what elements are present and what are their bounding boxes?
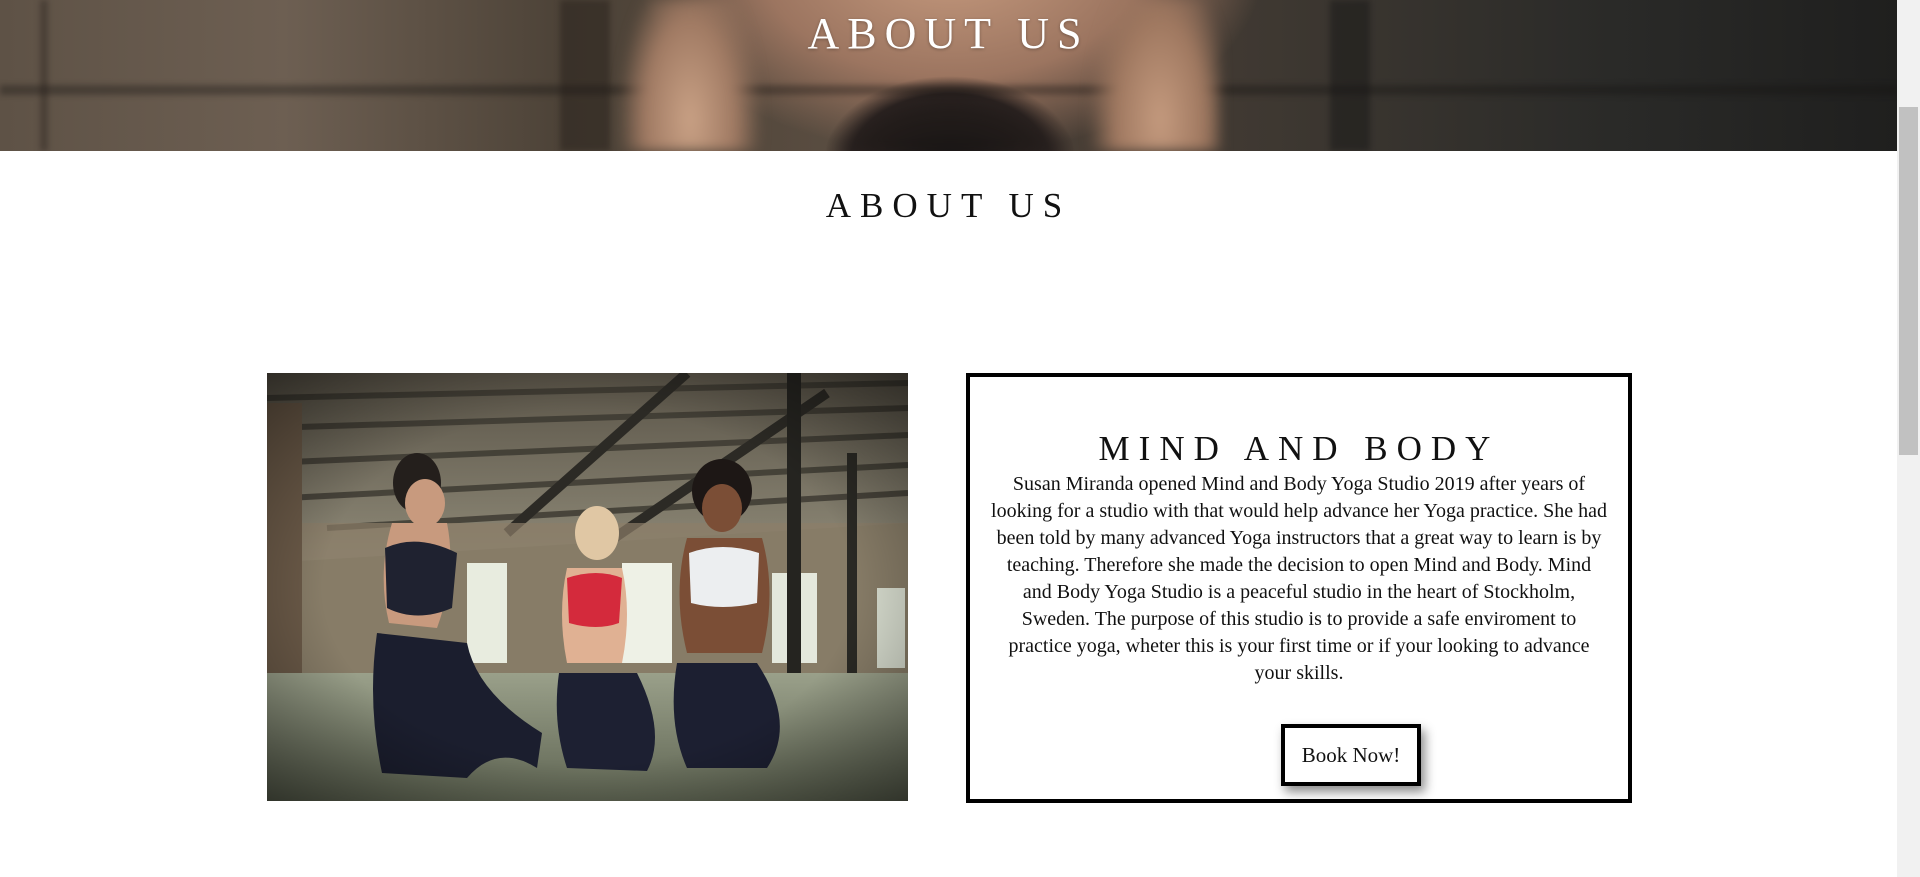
page: ABOUT US ABOUT US MIND AND BODY Susan Mi… (0, 0, 1897, 877)
book-now-button[interactable]: Book Now! (1281, 724, 1421, 786)
hero-banner: ABOUT US (0, 0, 1897, 151)
card-title: MIND AND BODY (1098, 429, 1500, 468)
section-title: ABOUT US (825, 186, 1072, 225)
card-description: Susan Miranda opened Mind and Body Yoga … (991, 473, 1607, 684)
hero-title: ABOUT US (807, 9, 1090, 58)
about-card: MIND AND BODY Susan Miranda opened Mind … (966, 373, 1632, 803)
yoga-group-photo (267, 373, 908, 801)
scrollbar-thumb[interactable] (1899, 107, 1918, 455)
vertical-scrollbar[interactable] (1897, 0, 1920, 877)
